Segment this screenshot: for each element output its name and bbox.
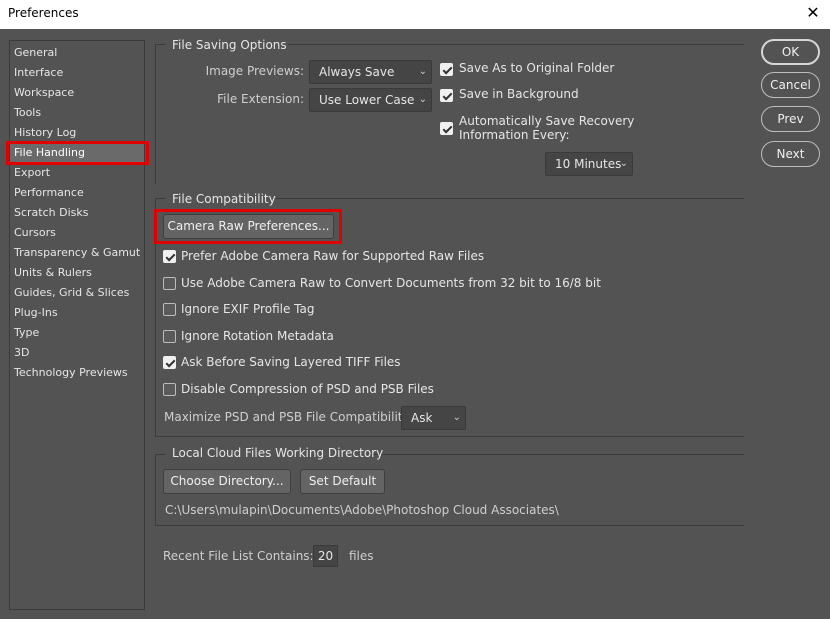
select-value: 10 Minutes	[555, 157, 622, 171]
group-rule	[288, 44, 744, 45]
disable-compression-label: Disable Compression of PSD and PSB Files	[181, 382, 434, 396]
group-rule	[372, 454, 744, 455]
nav-item-guides[interactable]: Guides, Grid & Slices	[14, 284, 129, 302]
nav-item-type[interactable]: Type	[14, 324, 39, 342]
convert-32bit-checkbox[interactable]	[163, 277, 176, 290]
chevron-down-icon: ⌄	[418, 66, 427, 77]
cloud-path: C:\Users\mulapin\Documents\Adobe\Photosh…	[165, 503, 559, 517]
nav-item-cursors[interactable]: Cursors	[14, 224, 56, 242]
maximize-compat-select[interactable]: Ask ⌄	[401, 406, 466, 430]
nav-item-file-handling[interactable]: File Handling	[6, 141, 149, 165]
save-background-checkbox[interactable]	[440, 89, 453, 102]
cloud-title: Local Cloud Files Working Directory	[172, 446, 384, 460]
nav-item-plug-ins[interactable]: Plug-Ins	[14, 304, 58, 322]
convert-32bit-label: Use Adobe Camera Raw to Convert Document…	[181, 276, 601, 290]
select-value: Use Lower Case	[319, 93, 415, 107]
nav-item-technology-previews[interactable]: Technology Previews	[14, 364, 128, 382]
group-border	[155, 44, 156, 184]
nav-item-performance[interactable]: Performance	[14, 184, 84, 202]
group-rule	[155, 454, 165, 455]
image-previews-label: Image Previews:	[205, 64, 304, 78]
prefer-camera-raw-checkbox[interactable]	[163, 250, 176, 263]
nav-item-interface[interactable]: Interface	[14, 64, 63, 82]
nav-item-general[interactable]: General	[14, 44, 57, 62]
disable-compression-checkbox[interactable]	[163, 383, 176, 396]
save-as-original-label: Save As to Original Folder	[459, 61, 615, 75]
recent-files-input[interactable]: 20	[313, 545, 338, 567]
nav-item-history-log[interactable]: History Log	[14, 124, 76, 142]
highlight-box	[6, 141, 149, 165]
group-rule	[155, 525, 744, 526]
ask-tiff-checkbox[interactable]	[163, 356, 176, 369]
group-rule	[155, 436, 744, 437]
save-background-label: Save in Background	[459, 87, 579, 101]
ask-tiff-label: Ask Before Saving Layered TIFF Files	[181, 355, 401, 369]
file-extension-select[interactable]: Use Lower Case ⌄	[309, 88, 432, 112]
chevron-down-icon: ⌄	[619, 158, 628, 169]
save-as-original-checkbox[interactable]	[440, 63, 453, 76]
sidebar-nav: General Interface Workspace Tools Histor…	[6, 40, 149, 610]
nav-item-tools[interactable]: Tools	[14, 104, 41, 122]
select-value: Ask	[411, 411, 433, 425]
file-saving-title: File Saving Options	[172, 38, 287, 52]
auto-save-checkbox[interactable]	[440, 122, 453, 135]
ignore-rotation-checkbox[interactable]	[163, 330, 176, 343]
chevron-down-icon: ⌄	[418, 94, 427, 105]
group-rule	[155, 198, 165, 199]
title-bar: Preferences ✕	[0, 0, 830, 29]
group-border	[155, 454, 156, 526]
chevron-down-icon: ⌄	[452, 412, 461, 423]
set-default-button[interactable]: Set Default	[300, 469, 385, 494]
nav-item-workspace[interactable]: Workspace	[14, 84, 74, 102]
ignore-exif-label: Ignore EXIF Profile Tag	[181, 302, 315, 316]
auto-save-label-line2: Information Every:	[459, 128, 570, 142]
choose-directory-button[interactable]: Choose Directory...	[163, 469, 291, 494]
highlight-box	[154, 209, 342, 244]
window-title: Preferences	[8, 6, 79, 20]
nav-item-scratch-disks[interactable]: Scratch Disks	[14, 204, 88, 222]
ignore-exif-checkbox[interactable]	[163, 303, 176, 316]
auto-save-label-line1: Automatically Save Recovery	[459, 114, 635, 128]
maximize-compat-label: Maximize PSD and PSB File Compatibility:	[164, 410, 413, 424]
interval-select[interactable]: 10 Minutes ⌄	[545, 152, 633, 176]
nav-item-units-rulers[interactable]: Units & Rulers	[14, 264, 92, 282]
next-button[interactable]: Next	[761, 141, 820, 167]
dialog-body: General Interface Workspace Tools Histor…	[0, 29, 830, 619]
recent-files-label: Recent File List Contains:	[163, 549, 314, 563]
nav-item-export[interactable]: Export	[14, 164, 50, 182]
recent-files-suffix: files	[349, 549, 374, 563]
file-extension-label: File Extension:	[217, 92, 304, 106]
ignore-rotation-label: Ignore Rotation Metadata	[181, 329, 334, 343]
close-icon[interactable]: ✕	[802, 2, 824, 24]
prefer-camera-raw-label: Prefer Adobe Camera Raw for Supported Ra…	[181, 249, 485, 263]
image-previews-select[interactable]: Always Save ⌄	[309, 60, 432, 84]
select-value: Always Save	[319, 65, 395, 79]
file-compat-title: File Compatibility	[172, 192, 276, 206]
group-rule	[155, 44, 165, 45]
group-rule	[276, 198, 744, 199]
nav-item-transparency[interactable]: Transparency & Gamut	[14, 244, 140, 262]
nav-item-3d[interactable]: 3D	[14, 344, 29, 362]
ok-button[interactable]: OK	[761, 39, 820, 65]
cancel-button[interactable]: Cancel	[761, 72, 820, 98]
prev-button[interactable]: Prev	[761, 106, 820, 132]
